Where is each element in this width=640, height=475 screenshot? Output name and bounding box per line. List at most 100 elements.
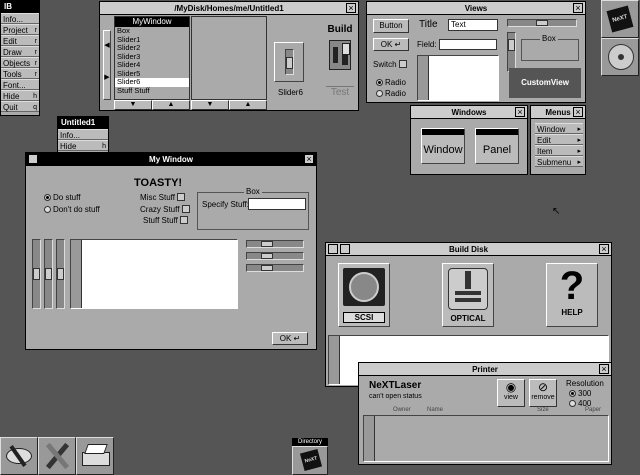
- build-switch-icon[interactable]: [329, 40, 351, 70]
- views-customview[interactable]: CustomView: [509, 68, 581, 98]
- close-icon[interactable]: ×: [599, 364, 609, 374]
- horizontal-slider-1[interactable]: [246, 240, 304, 248]
- vertical-slider-2[interactable]: [44, 239, 53, 309]
- column2-scroll-up[interactable]: ▲: [229, 100, 267, 110]
- checkbox[interactable]: [181, 205, 190, 213]
- next-logo-icon[interactable]: NeXT: [601, 0, 639, 38]
- close-icon[interactable]: ×: [346, 3, 356, 13]
- my-window-ok-button[interactable]: OK ↵: [272, 332, 308, 345]
- file-browser-window: /MyDisk/Homes/me/Untitled1 × ◀ ▶ MyWindo…: [99, 1, 359, 111]
- remove-button[interactable]: ⊘ remove: [529, 379, 557, 407]
- horizontal-slider-3[interactable]: [246, 264, 304, 272]
- radio-dont-do-stuff[interactable]: Don't do stuff: [44, 205, 100, 214]
- views-title-label: Title: [419, 19, 438, 30]
- ib-menu-item[interactable]: Tools r: [1, 68, 39, 79]
- ib-menu-item[interactable]: Edit r: [1, 35, 39, 46]
- browser-item[interactable]: Stuff Stuff: [115, 86, 189, 96]
- next-cube-icon[interactable]: NeXT: [292, 446, 328, 475]
- views-ok-button[interactable]: OK ↵: [373, 38, 409, 51]
- check-misc-stuff[interactable]: Misc Stuff: [140, 193, 186, 202]
- views-radio-2[interactable]: Radio: [376, 89, 406, 98]
- column2-scroll-down[interactable]: ▼: [191, 100, 229, 110]
- vertical-slider-3[interactable]: [56, 239, 65, 309]
- windows-titlebar[interactable]: Windows ×: [411, 106, 527, 119]
- ib-menu-item[interactable]: Font...: [1, 79, 39, 90]
- menus-palette-item[interactable]: Window ▸: [535, 123, 583, 134]
- menu-item-label: Edit: [537, 136, 551, 145]
- switch-checkbox[interactable]: [398, 60, 407, 68]
- views-field-input[interactable]: [439, 39, 497, 50]
- menus-palette-item[interactable]: Edit ▸: [535, 134, 583, 145]
- my-window-titlebar[interactable]: My Window ×: [26, 153, 316, 166]
- ib-menu-item[interactable]: Quit q: [1, 101, 39, 112]
- views-radio-1[interactable]: Radio: [376, 78, 406, 87]
- views-button[interactable]: Button: [373, 19, 409, 33]
- radio-do-stuff[interactable]: Do stuff: [44, 193, 80, 202]
- views-text-field[interactable]: Text: [448, 19, 498, 31]
- horizontal-slider-2[interactable]: [246, 252, 304, 260]
- edit-tool-icon[interactable]: [38, 437, 76, 475]
- radio-label: Radio: [385, 78, 406, 87]
- right-arrow-icon: ▶: [104, 74, 110, 81]
- close-icon[interactable]: ×: [304, 154, 314, 164]
- windows-palette: Windows × Window Panel: [410, 105, 528, 175]
- slider-preview[interactable]: [274, 42, 304, 82]
- printer-titlebar[interactable]: Printer ×: [359, 363, 611, 376]
- close-icon[interactable]: ×: [515, 107, 525, 117]
- optical-disk-icon[interactable]: OPTICAL: [442, 263, 494, 327]
- ib-menu-item[interactable]: Draw r: [1, 46, 39, 57]
- ib-menu-item[interactable]: Project r: [1, 24, 39, 35]
- test-label[interactable]: Test: [326, 86, 354, 98]
- views-field-label: Field:: [417, 40, 437, 49]
- views-scrollview[interactable]: [417, 55, 499, 101]
- check-stuff-stuff[interactable]: Stuff Stuff: [143, 216, 189, 225]
- menus-titlebar[interactable]: Menus ×: [531, 106, 585, 119]
- column1-scroll-up[interactable]: ▲: [152, 100, 190, 110]
- views-switch[interactable]: Switch: [373, 60, 407, 69]
- views-horizontal-slider[interactable]: [507, 19, 577, 27]
- column1-scroll-down[interactable]: ▼: [114, 100, 152, 110]
- text-scrollview[interactable]: [70, 239, 238, 309]
- scsi-disk-icon[interactable]: SCSI: [338, 263, 390, 327]
- close-icon[interactable]: ×: [599, 244, 609, 254]
- res-300-radio[interactable]: 300: [569, 389, 591, 398]
- check-crazy-stuff[interactable]: Crazy Stuff: [140, 205, 190, 214]
- build-disk-titlebar[interactable]: Build Disk ×: [326, 243, 611, 256]
- radio-icon: [569, 400, 576, 407]
- browser-titlebar[interactable]: /MyDisk/Homes/me/Untitled1 ×: [100, 2, 358, 15]
- resize-icon[interactable]: [340, 244, 350, 254]
- panel-template[interactable]: Panel: [475, 128, 519, 164]
- close-icon[interactable]: ×: [573, 3, 583, 13]
- untitled-menu-item[interactable]: Info...: [58, 129, 108, 140]
- miniaturize-icon[interactable]: [328, 244, 338, 254]
- slider-knob: [45, 268, 52, 280]
- ib-menu-item[interactable]: Hide h: [1, 90, 39, 101]
- view-button[interactable]: ◉ view: [497, 379, 525, 407]
- help-icon[interactable]: ? HELP: [546, 263, 598, 327]
- slider-knob: [536, 20, 548, 26]
- menus-palette-item[interactable]: Item ▸: [535, 145, 583, 156]
- close-icon[interactable]: ×: [573, 107, 583, 117]
- views-vertical-slider[interactable]: [507, 32, 516, 72]
- specify-input[interactable]: [248, 198, 306, 210]
- directory-dock[interactable]: Directory NeXT: [292, 438, 328, 475]
- print-queue-list[interactable]: [363, 415, 609, 462]
- slider-knob: [261, 265, 273, 271]
- checkbox[interactable]: [177, 193, 186, 201]
- untitled-menu-item[interactable]: Hide h: [58, 140, 108, 151]
- optical-drive-dock-icon[interactable]: [601, 38, 639, 76]
- miniaturize-icon[interactable]: [28, 154, 38, 164]
- views-titlebar[interactable]: Views ×: [367, 2, 585, 15]
- checkbox[interactable]: [180, 216, 189, 224]
- ib-menu-item[interactable]: Objects r: [1, 57, 39, 68]
- printer-dock-icon[interactable]: [76, 437, 114, 475]
- window-template[interactable]: Window: [421, 128, 465, 164]
- vertical-slider-1[interactable]: [32, 239, 41, 309]
- menus-palette-item[interactable]: Submenu ▸: [535, 156, 583, 167]
- ib-menu-item[interactable]: Info...: [1, 13, 39, 24]
- browser-left-arrow[interactable]: ◀ ▶: [103, 30, 111, 100]
- menus-palette: Menus × Window ▸ Edit ▸ Item ▸ Submenu ▸: [530, 105, 586, 175]
- preferences-tool-icon[interactable]: [0, 437, 38, 475]
- menu-item-label: Draw: [3, 48, 22, 57]
- menu-key-equivalent: h: [102, 143, 106, 150]
